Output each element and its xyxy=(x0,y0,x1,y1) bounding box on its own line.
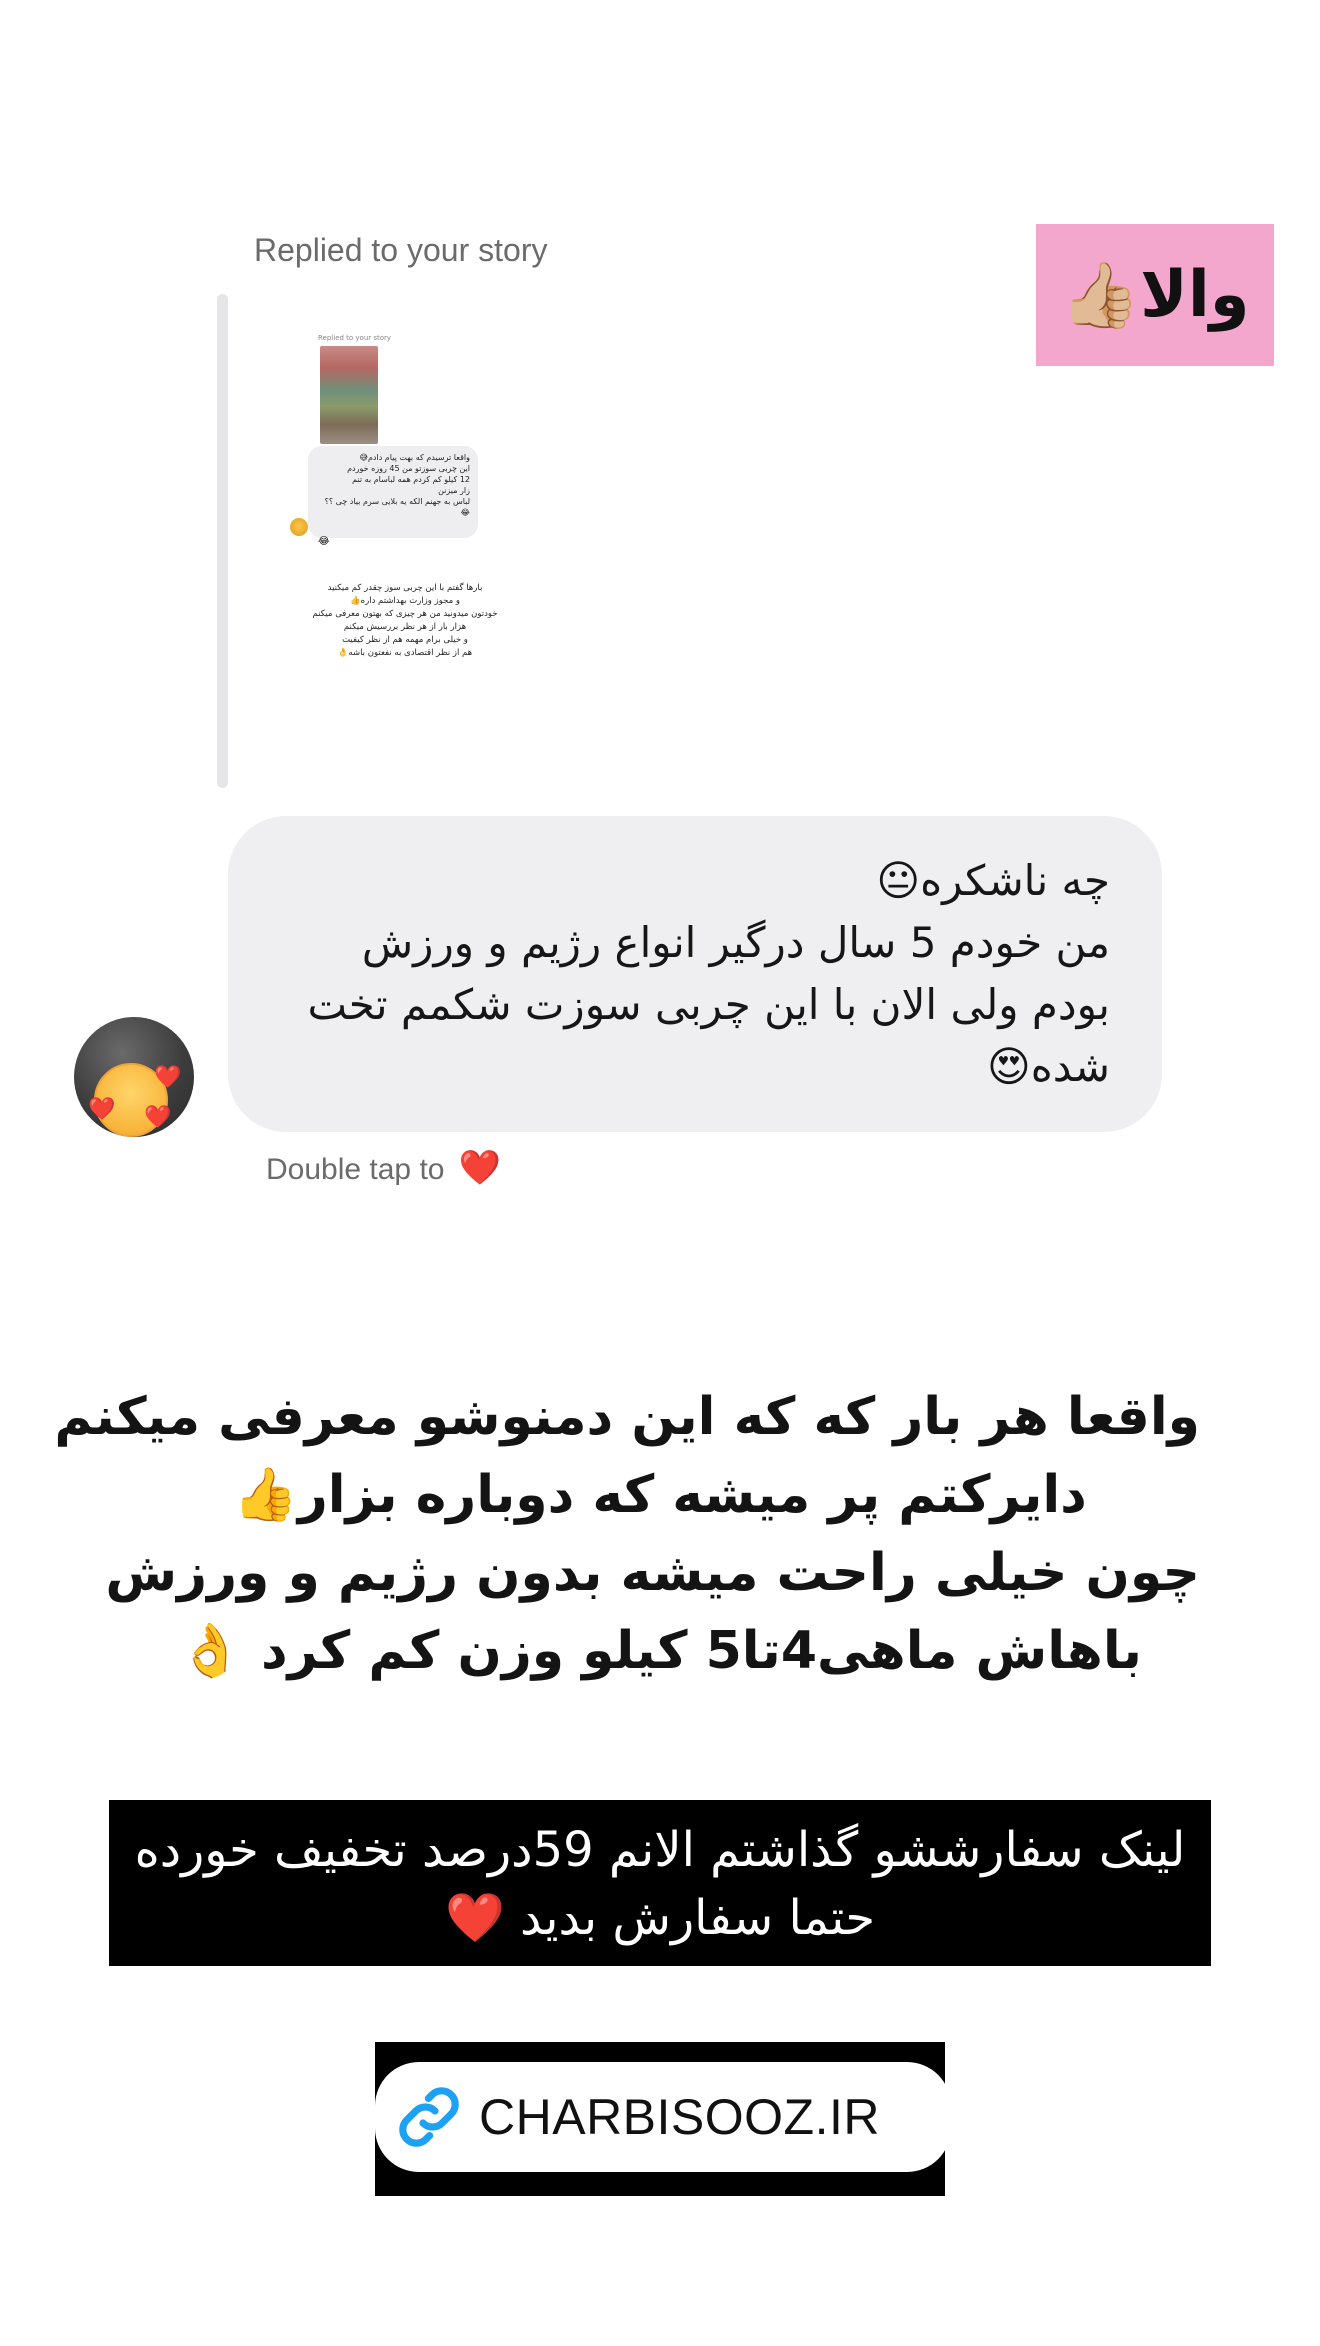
heart-icon: ❤️ xyxy=(444,1890,505,1946)
caption-line: واقعا هر بار که که این دمنوشو معرفی میکن… xyxy=(54,1387,1200,1447)
caption-line: باهاش ماهی4تا5 کیلو وزن کم کرد 👌 xyxy=(178,1621,1142,1681)
mini-text-line: هزار بار از هر نظر بررسیش میکنم xyxy=(343,622,467,632)
mini-story-thumbnail xyxy=(320,346,378,444)
heart-icon: ❤️ xyxy=(154,1065,182,1090)
mini-bubble-line: 😂 xyxy=(460,508,470,517)
link-icon xyxy=(399,2087,459,2147)
sticker-text: والا xyxy=(1140,258,1250,332)
mini-bubble-emoji: 😂 xyxy=(318,536,330,547)
mini-text-line: هم از نظر اقتصادی به نفعتون باشه👌 xyxy=(337,648,473,658)
heart-icon: ❤️ xyxy=(144,1105,172,1130)
story-caption: واقعا هر بار که که این دمنوشو معرفی میکن… xyxy=(54,1378,1200,1690)
mini-message-bubble: واقعا ترسیدم که بهت پیام دادم😅 این چربی … xyxy=(308,446,478,538)
message-line: شده😍 xyxy=(986,1042,1110,1091)
banner-line: لینک سفارششو گذاشتم الانم 59درصد تخفیف خ… xyxy=(134,1822,1186,1878)
mini-text-line: و مجوز وزارت بهداشتم داره👍 xyxy=(350,596,460,606)
heart-icon: ❤️ xyxy=(88,1097,116,1122)
story-preview[interactable]: Replied to your story واقعا ترسیدم که به… xyxy=(290,328,520,678)
mini-bubble-line: زار میزنن xyxy=(438,486,470,495)
mini-text-line: بارها گفتم با این چربی سوز چقدر کم میکنی… xyxy=(327,583,483,593)
message-line: من خودم 5 سال درگیر انواع رژیم و ورزش xyxy=(361,918,1110,967)
mini-bubble-line: 12 کیلو کم کردم همه لباسام به تنم xyxy=(352,475,470,484)
order-banner: لینک سفارششو گذاشتم الانم 59درصد تخفیف خ… xyxy=(109,1800,1211,1966)
link-sticker[interactable]: CHARBISOOZ.IR xyxy=(375,2062,951,2172)
banner-line-text: حتما سفارش بدید xyxy=(519,1890,876,1946)
mini-bubble-line: واقعا ترسیدم که بهت پیام دادم😅 xyxy=(359,453,470,462)
sender-avatar[interactable]: ❤️ ❤️ ❤️ xyxy=(74,1017,194,1137)
caption-line: چون خیلی راحت میشه بدون رژیم و ورزش xyxy=(105,1543,1200,1603)
reply-quote-bar xyxy=(217,294,228,788)
heart-icon: ❤️ xyxy=(458,1149,502,1187)
mini-bubble-line: لباس به جهنم الکه یه بلایی سرم بیاد چی ؟… xyxy=(324,497,470,506)
caption-line: دایرکتم پر میشه که دوباره بزار👍 xyxy=(233,1465,1087,1525)
mini-replied-label: Replied to your story xyxy=(318,334,392,342)
link-text[interactable]: CHARBISOOZ.IR xyxy=(479,2088,880,2146)
story-sticker: 👍🏼 والا xyxy=(1036,224,1274,366)
mini-text-line: و خیلی برام مهمه هم از نظر کیفیت xyxy=(342,635,468,645)
message-line: بودم ولی الان با این چربی سوزت شکمم تخت xyxy=(307,980,1110,1029)
banner-line-2: حتما سفارش بدید ❤️ xyxy=(109,1884,1211,1952)
mini-story-text: بارها گفتم با این چربی سوز چقدر کم میکنی… xyxy=(290,582,520,660)
mini-text-line: خودتون میدونید من هر چیزی که بهتون معرفی… xyxy=(312,609,498,619)
mini-avatar xyxy=(290,518,308,536)
double-tap-text: Double tap to xyxy=(266,1153,445,1186)
mini-bubble-line: این چربی سوزتو من 45 روزه خوردم xyxy=(347,464,470,473)
double-tap-hint: Double tap to ❤️ xyxy=(266,1148,501,1188)
message-line: چه ناشکره😐 xyxy=(876,856,1110,905)
message-bubble[interactable]: چه ناشکره😐 من خودم 5 سال درگیر انواع رژی… xyxy=(228,816,1162,1132)
replied-to-story-label: Replied to your story xyxy=(254,232,548,268)
sticker-emoji: 👍🏼 xyxy=(1060,258,1141,333)
